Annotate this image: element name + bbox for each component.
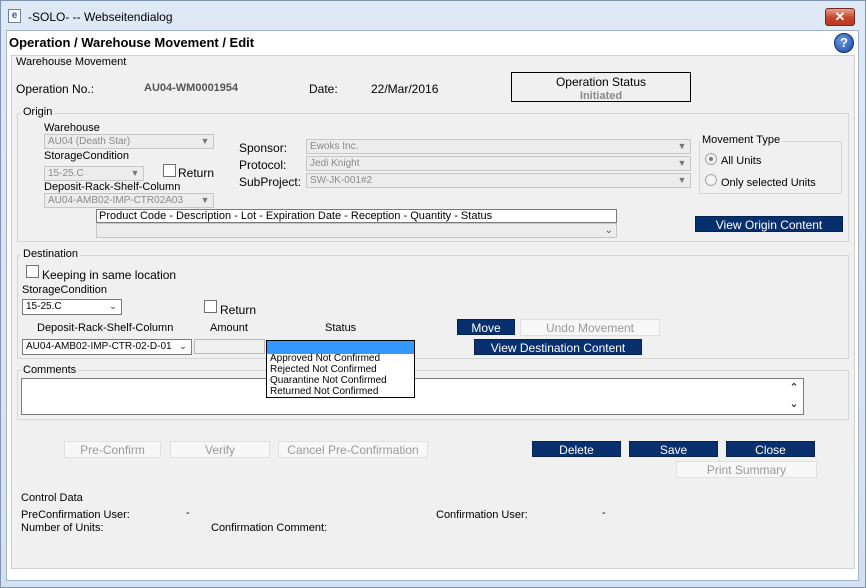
origin-storage-condition-label: StorageCondition bbox=[44, 150, 130, 162]
operation-no-label: Operation No.: bbox=[16, 82, 95, 96]
origin-location-label: Deposit-Rack-Shelf-Column bbox=[44, 181, 181, 193]
origin-return-checkbox[interactable] bbox=[163, 164, 176, 177]
view-destination-content-button[interactable]: View Destination Content bbox=[474, 339, 642, 355]
status-option[interactable]: Rejected Not Confirmed bbox=[270, 364, 377, 375]
operation-status-title: Operation Status bbox=[555, 75, 647, 89]
preconfirmation-user-label: PreConfirmation User: bbox=[21, 509, 130, 521]
confirmation-user-value: - bbox=[602, 507, 606, 519]
window-close-button[interactable]: ✕ bbox=[825, 8, 855, 26]
status-option[interactable]: Approved Not Confirmed bbox=[270, 353, 380, 364]
move-button[interactable]: Move bbox=[457, 319, 515, 335]
delete-button[interactable]: Delete bbox=[532, 441, 621, 457]
warehouse-label: Warehouse bbox=[44, 122, 100, 134]
amount-label: Amount bbox=[210, 322, 248, 334]
close-button[interactable]: Close bbox=[726, 441, 815, 457]
dest-location-value: AU04-AMB02-IMP-CTR-02-D-01 bbox=[26, 341, 172, 352]
all-units-label: All Units bbox=[721, 155, 762, 167]
undo-movement-button[interactable]: Undo Movement bbox=[520, 319, 660, 336]
all-units-radio[interactable] bbox=[705, 153, 717, 165]
product-list[interactable]: Product Code - Description - Lot - Expir… bbox=[96, 209, 617, 238]
product-select[interactable]: ⌄ bbox=[96, 223, 617, 238]
operation-no-value: AU04-WM0001954 bbox=[144, 82, 239, 94]
origin-storage-condition-value: 15-25.C bbox=[48, 168, 84, 179]
chevron-down-icon: ▼ bbox=[200, 195, 210, 205]
keep-same-location-label: Keeping in same location bbox=[42, 268, 177, 282]
confirmation-comment-label: Confirmation Comment: bbox=[211, 522, 328, 534]
origin-location-value: AU04-AMB02-IMP-CTR02A03 bbox=[48, 195, 184, 206]
sponsor-select[interactable]: Ewoks Inc. ▼ bbox=[306, 139, 691, 154]
help-icon[interactable]: ? bbox=[834, 33, 854, 53]
origin-storage-condition-select[interactable]: 15-25.C ▼ bbox=[44, 166, 144, 181]
number-of-units-label: Number of Units: bbox=[21, 522, 104, 534]
dest-return-label: Return bbox=[220, 303, 257, 317]
dest-storage-condition-label: StorageCondition bbox=[22, 284, 108, 296]
subproject-select[interactable]: SW-JK-001#2 ▼ bbox=[306, 173, 691, 188]
print-summary-button[interactable]: Print Summary bbox=[676, 461, 817, 478]
save-button[interactable]: Save bbox=[629, 441, 718, 457]
protocol-select[interactable]: Jedi Knight ▼ bbox=[306, 156, 691, 171]
confirmation-user-label: Confirmation User: bbox=[436, 509, 528, 521]
chevron-down-icon: ▼ bbox=[130, 168, 140, 178]
scroll-up-icon[interactable]: ⌃ bbox=[787, 382, 801, 394]
date-label: Date: bbox=[309, 82, 338, 96]
keep-same-location-checkbox[interactable] bbox=[26, 265, 39, 278]
movement-type-legend: Movement Type bbox=[700, 134, 783, 146]
sponsor-label: Sponsor: bbox=[239, 141, 288, 155]
window-title: -SOLO- -- Webseitendialog bbox=[28, 10, 173, 24]
dest-location-label: Deposit-Rack-Shelf-Column bbox=[37, 322, 174, 334]
view-origin-content-button[interactable]: View Origin Content bbox=[695, 216, 843, 232]
verify-button[interactable]: Verify bbox=[170, 441, 270, 458]
cancel-pre-confirmation-button[interactable]: Cancel Pre-Confirmation bbox=[278, 441, 428, 458]
status-dropdown-list[interactable]: Approved Not Confirmed Rejected Not Conf… bbox=[266, 340, 415, 398]
product-list-header: Product Code - Description - Lot - Expir… bbox=[96, 209, 617, 223]
chevron-down-icon: ⌄ bbox=[604, 225, 613, 236]
selected-units-radio[interactable] bbox=[705, 174, 717, 186]
chevron-down-icon: ⌄ bbox=[179, 341, 187, 351]
status-label: Status bbox=[325, 322, 357, 334]
subproject-label: SubProject: bbox=[239, 175, 302, 189]
dest-return-checkbox[interactable] bbox=[204, 300, 217, 313]
dest-storage-condition-select[interactable]: 15-25.C ⌄ bbox=[22, 299, 122, 315]
status-option[interactable]: Returned Not Confirmed bbox=[270, 386, 378, 397]
tab-warehouse-movement: Warehouse Movement bbox=[16, 56, 127, 68]
chevron-down-icon: ▼ bbox=[677, 158, 687, 168]
dest-storage-condition-value: 15-25.C bbox=[26, 301, 62, 312]
amount-input[interactable] bbox=[194, 339, 265, 354]
chevron-down-icon: ▼ bbox=[200, 136, 210, 146]
chevron-down-icon: ▼ bbox=[677, 175, 687, 185]
chevron-down-icon: ⌄ bbox=[109, 301, 117, 311]
date-value: 22/Mar/2016 bbox=[371, 82, 439, 96]
chevron-down-icon: ▼ bbox=[677, 141, 687, 151]
warehouse-select[interactable]: AU04 (Death Star) ▼ bbox=[44, 134, 214, 149]
warehouse-value: AU04 (Death Star) bbox=[48, 136, 131, 147]
origin-return-label: Return bbox=[178, 166, 215, 180]
page-title: Operation / Warehouse Movement / Edit bbox=[9, 35, 255, 50]
destination-legend: Destination bbox=[21, 248, 81, 260]
dest-location-select[interactable]: AU04-AMB02-IMP-CTR-02-D-01 ⌄ bbox=[22, 339, 192, 355]
control-data-legend: Control Data bbox=[21, 492, 83, 504]
sponsor-value: Ewoks Inc. bbox=[310, 141, 359, 152]
preconfirmation-user-value: - bbox=[186, 507, 190, 519]
protocol-label: Protocol: bbox=[239, 158, 287, 172]
origin-legend: Origin bbox=[21, 106, 55, 118]
subproject-value: SW-JK-001#2 bbox=[310, 175, 373, 186]
pre-confirm-button[interactable]: Pre-Confirm bbox=[64, 441, 161, 458]
operation-status-value: Initiated bbox=[579, 90, 623, 102]
ie-icon: e bbox=[8, 9, 21, 23]
origin-location-select[interactable]: AU04-AMB02-IMP-CTR02A03 ▼ bbox=[44, 193, 214, 208]
status-option[interactable]: Quarantine Not Confirmed bbox=[270, 375, 387, 386]
protocol-value: Jedi Knight bbox=[310, 158, 360, 169]
operation-status-box: Operation Status Initiated bbox=[511, 72, 691, 102]
scroll-down-icon[interactable]: ⌄ bbox=[787, 398, 801, 410]
comments-label: Comments bbox=[21, 364, 79, 376]
selected-units-label: Only selected Units bbox=[721, 177, 816, 189]
